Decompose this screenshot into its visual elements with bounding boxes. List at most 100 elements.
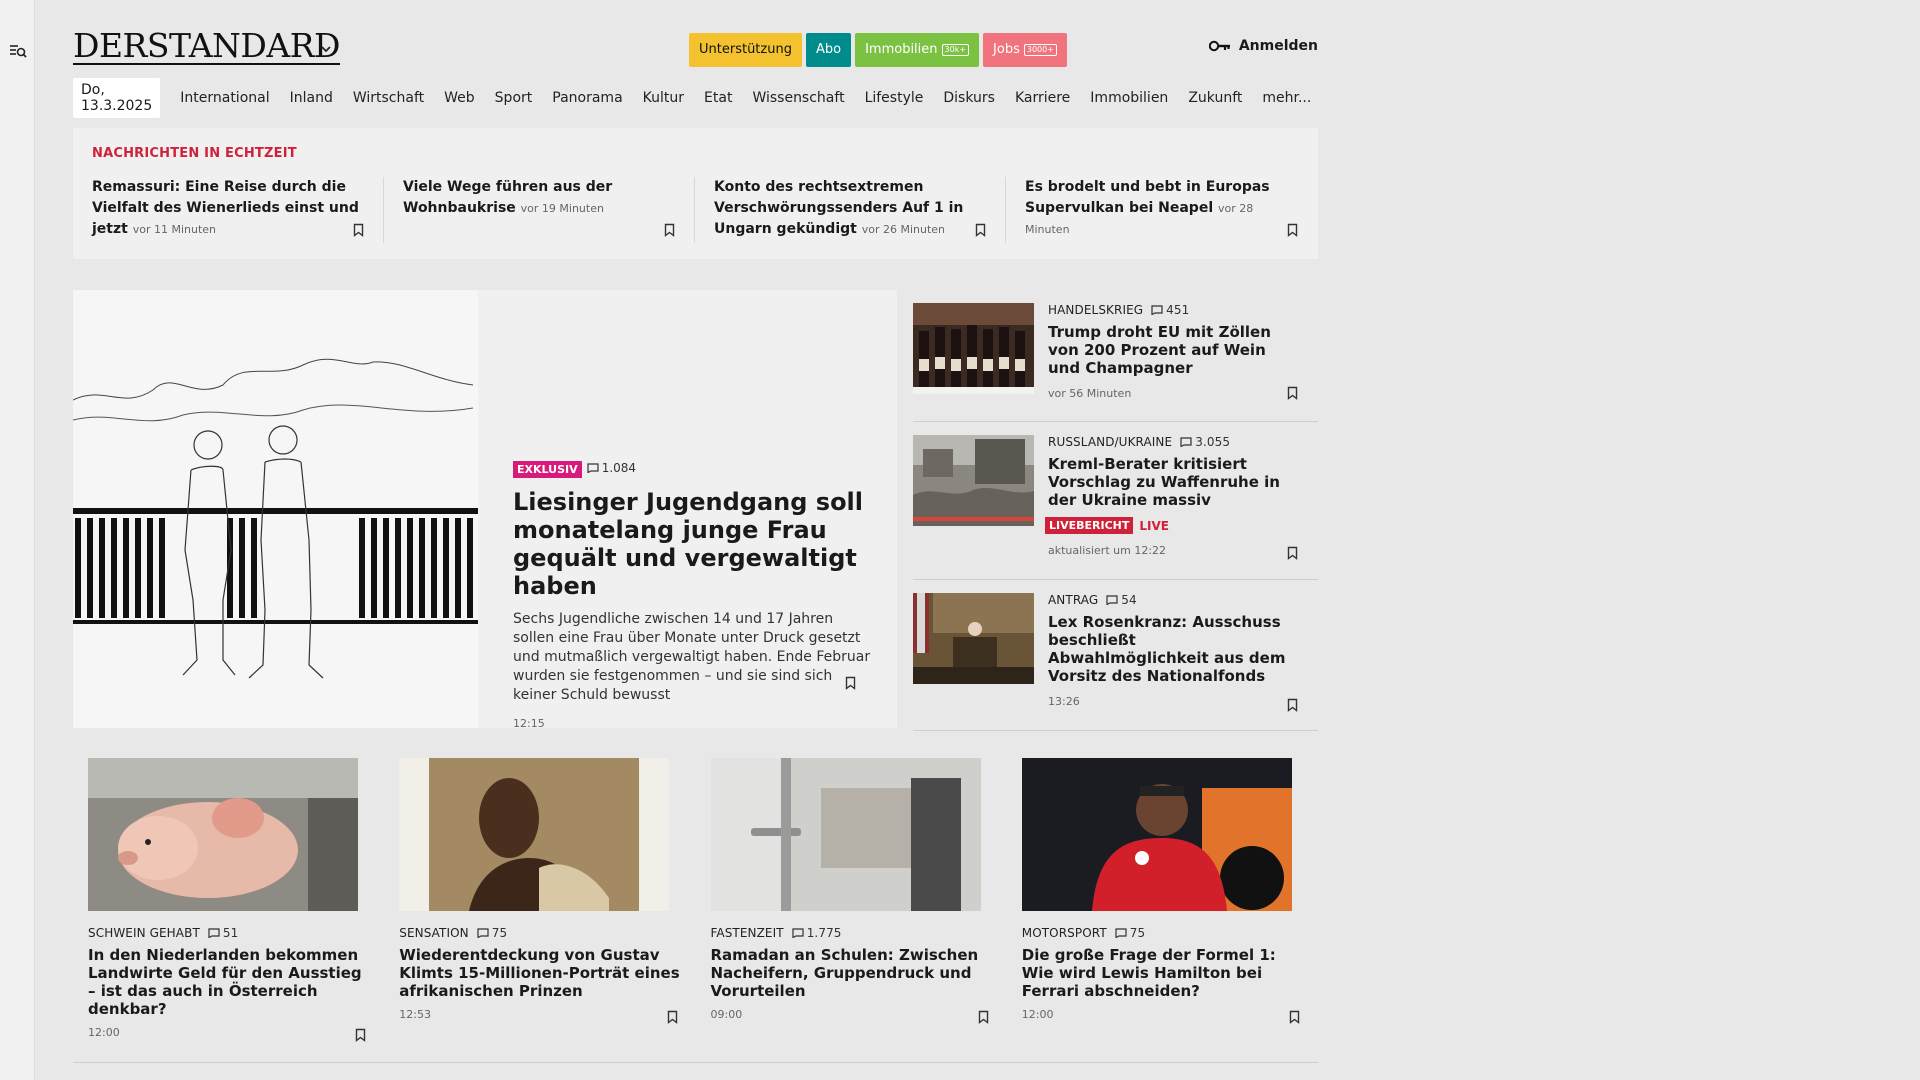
ruined-buildings-image — [913, 435, 1034, 526]
side-title[interactable]: Lex Rosenkranz: Ausschuss beschließt Abw… — [1048, 613, 1298, 685]
side-time: 13:26 — [1048, 695, 1080, 708]
nav-item-inland[interactable]: Inland — [290, 90, 333, 106]
teaser-time: 12:53 — [399, 1008, 431, 1021]
kicker-label: RUSSLAND/UKRAINE — [1048, 435, 1173, 449]
page-container: DERSTANDARD Unterstützung Abo Immobilien… — [73, 0, 1318, 1080]
site-logo[interactable]: DERSTANDARD — [73, 29, 341, 65]
bookmark-icon[interactable] — [1287, 223, 1298, 237]
bookmark-icon[interactable] — [1289, 1010, 1300, 1024]
bookmark-icon[interactable] — [664, 223, 675, 237]
pill-badge: 30k+ — [941, 44, 970, 56]
comment-count-value: 75 — [491, 926, 508, 940]
wine-bottles-image — [913, 303, 1034, 394]
hero-article[interactable]: EXKLUSIV 1.084 Liesinger Jugendgang soll… — [73, 290, 897, 730]
comment-count[interactable]: 3.055 — [1180, 435, 1230, 449]
comment-count[interactable]: 1.084 — [587, 461, 636, 475]
bookmark-icon[interactable] — [978, 1010, 989, 1024]
login-label: Anmelden — [1238, 38, 1318, 54]
login-button[interactable]: Anmelden — [1208, 38, 1318, 54]
nav-item-diskurs[interactable]: Diskurs — [943, 90, 995, 106]
comment-icon — [1106, 595, 1118, 605]
kicker-label: SENSATION — [399, 926, 469, 940]
side-article[interactable]: ANTRAG 54 Lex Rosenkranz: Ausschuss besc… — [913, 580, 1318, 731]
main-nav: Do, 13.3.2025 International Inland Wirts… — [73, 78, 1331, 118]
ticker-item[interactable]: Viele Wege führen aus der Wohnbaukrise v… — [384, 177, 695, 243]
pill-label: Abo — [815, 42, 842, 57]
teaser-title[interactable]: In den Niederlanden bekommen Landwirte G… — [88, 946, 369, 1018]
hero-lead: Sechs Jugendliche zwischen 14 und 17 Jah… — [513, 611, 871, 703]
comment-icon — [477, 928, 489, 938]
pill-immobilien[interactable]: Immobilien 30k+ — [855, 33, 980, 67]
ticker-time: vor 19 Minuten — [520, 202, 604, 215]
side-article[interactable]: HANDELSKRIEG 451 Trump droht EU mit Zöll… — [913, 290, 1318, 422]
comment-icon — [1151, 305, 1163, 315]
nav-item-etat[interactable]: Etat — [704, 90, 732, 106]
bookmark-icon[interactable] — [355, 1028, 366, 1042]
menu-search-icon[interactable] — [9, 42, 27, 60]
comment-count-value: 1.775 — [806, 926, 842, 940]
pill-abo[interactable]: Abo — [805, 33, 852, 67]
nav-item-international[interactable]: International — [180, 90, 269, 106]
kicker: SENSATION 75 — [399, 926, 680, 940]
nav-item-immobilien[interactable]: Immobilien — [1090, 90, 1168, 106]
nav-item-mehr[interactable]: mehr... — [1262, 90, 1311, 106]
pill-jobs[interactable]: Jobs 3000+ — [983, 33, 1067, 67]
pill-label: Jobs — [993, 42, 1020, 57]
ticker-item[interactable]: Es brodelt und bebt in Europas Supervulk… — [1006, 177, 1317, 243]
bookmark-icon[interactable] — [353, 223, 364, 237]
side-time: vor 56 Minuten — [1048, 387, 1132, 400]
pig-image — [88, 758, 358, 911]
comment-icon — [208, 928, 220, 938]
comment-count[interactable]: 451 — [1151, 303, 1189, 317]
side-article[interactable]: RUSSLAND/UKRAINE 3.055 Kreml-Berater kri… — [913, 422, 1318, 580]
nav-item-wirtschaft[interactable]: Wirtschaft — [353, 90, 424, 106]
nav-item-panorama[interactable]: Panorama — [552, 90, 622, 106]
side-title[interactable]: Kreml-Berater kritisiert Vorschlag zu Wa… — [1048, 455, 1298, 509]
nav-item-karriere[interactable]: Karriere — [1015, 90, 1070, 106]
comment-count[interactable]: 75 — [477, 926, 507, 940]
teaser-article[interactable]: MOTORSPORT 75 Die große Frage der Formel… — [1006, 758, 1318, 1063]
bookmark-icon[interactable] — [975, 223, 986, 237]
parliament-speaker-image — [913, 593, 1034, 684]
nav-item-lifestyle[interactable]: Lifestyle — [865, 90, 924, 106]
kicker-label: MOTORSPORT — [1021, 926, 1107, 940]
kicker-label: SCHWEIN GEHABT — [88, 926, 200, 940]
comment-count[interactable]: 51 — [208, 926, 238, 940]
teaser-title[interactable]: Ramadan an Schulen: Zwischen Nacheifern,… — [711, 946, 992, 1000]
bookmark-icon[interactable] — [1287, 698, 1298, 712]
teaser-time: 12:00 — [1021, 1008, 1054, 1021]
pill-badge: 3000+ — [1023, 44, 1057, 56]
ticker-item[interactable]: Konto des rechtsextremen Verschwörungsse… — [695, 177, 1006, 243]
nav-item-zukunft[interactable]: Zukunft — [1188, 90, 1242, 106]
bookmark-icon[interactable] — [1287, 386, 1298, 400]
teaser-row: SCHWEIN GEHABT 51 In den Niederlanden be… — [73, 758, 1318, 1063]
comment-count[interactable]: 54 — [1106, 593, 1137, 607]
comment-icon — [1180, 437, 1192, 447]
nav-item-web[interactable]: Web — [444, 90, 475, 106]
school-door-image — [710, 758, 981, 911]
live-label: LIVE — [1139, 518, 1169, 533]
teaser-article[interactable]: FASTENZEIT 1.775 Ramadan an Schulen: Zwi… — [695, 758, 1007, 1063]
bookmark-icon[interactable] — [667, 1010, 678, 1024]
teaser-article[interactable]: SCHWEIN GEHABT 51 In den Niederlanden be… — [73, 758, 385, 1063]
kicker: RUSSLAND/UKRAINE 3.055 — [1048, 435, 1298, 449]
teaser-title[interactable]: Wiederentdeckung von Gustav Klimts 15-Mi… — [399, 946, 680, 1000]
ticker-label: NACHRICHTEN IN ECHTZEIT — [92, 146, 297, 161]
ticker-item[interactable]: Remassuri: Eine Reise durch die Vielfalt… — [73, 177, 384, 243]
pill-unterstuetzung[interactable]: Unterstützung — [689, 33, 802, 67]
teaser-article[interactable]: SENSATION 75 Wiederentdeckung von Gustav… — [384, 758, 696, 1063]
side-title[interactable]: Trump droht EU mit Zöllen von 200 Prozen… — [1048, 323, 1298, 377]
bookmark-icon[interactable] — [1287, 546, 1298, 560]
nav-item-wissenschaft[interactable]: Wissenschaft — [752, 90, 844, 106]
teaser-title[interactable]: Die große Frage der Formel 1: Wie wird L… — [1022, 946, 1303, 1000]
bookmark-icon[interactable] — [845, 676, 856, 690]
comment-count[interactable]: 1.775 — [792, 926, 842, 940]
hero-title[interactable]: Liesinger Jugendgang soll monatelang jun… — [513, 488, 873, 600]
nav-item-sport[interactable]: Sport — [495, 90, 533, 106]
hero-time: 12:15 — [513, 717, 545, 730]
kicker: FASTENZEIT 1.775 — [711, 926, 992, 940]
nav-item-kultur[interactable]: Kultur — [643, 90, 684, 106]
comment-count[interactable]: 75 — [1115, 926, 1145, 940]
kicker-label: FASTENZEIT — [710, 926, 784, 940]
chevron-down-icon[interactable] — [320, 44, 332, 54]
